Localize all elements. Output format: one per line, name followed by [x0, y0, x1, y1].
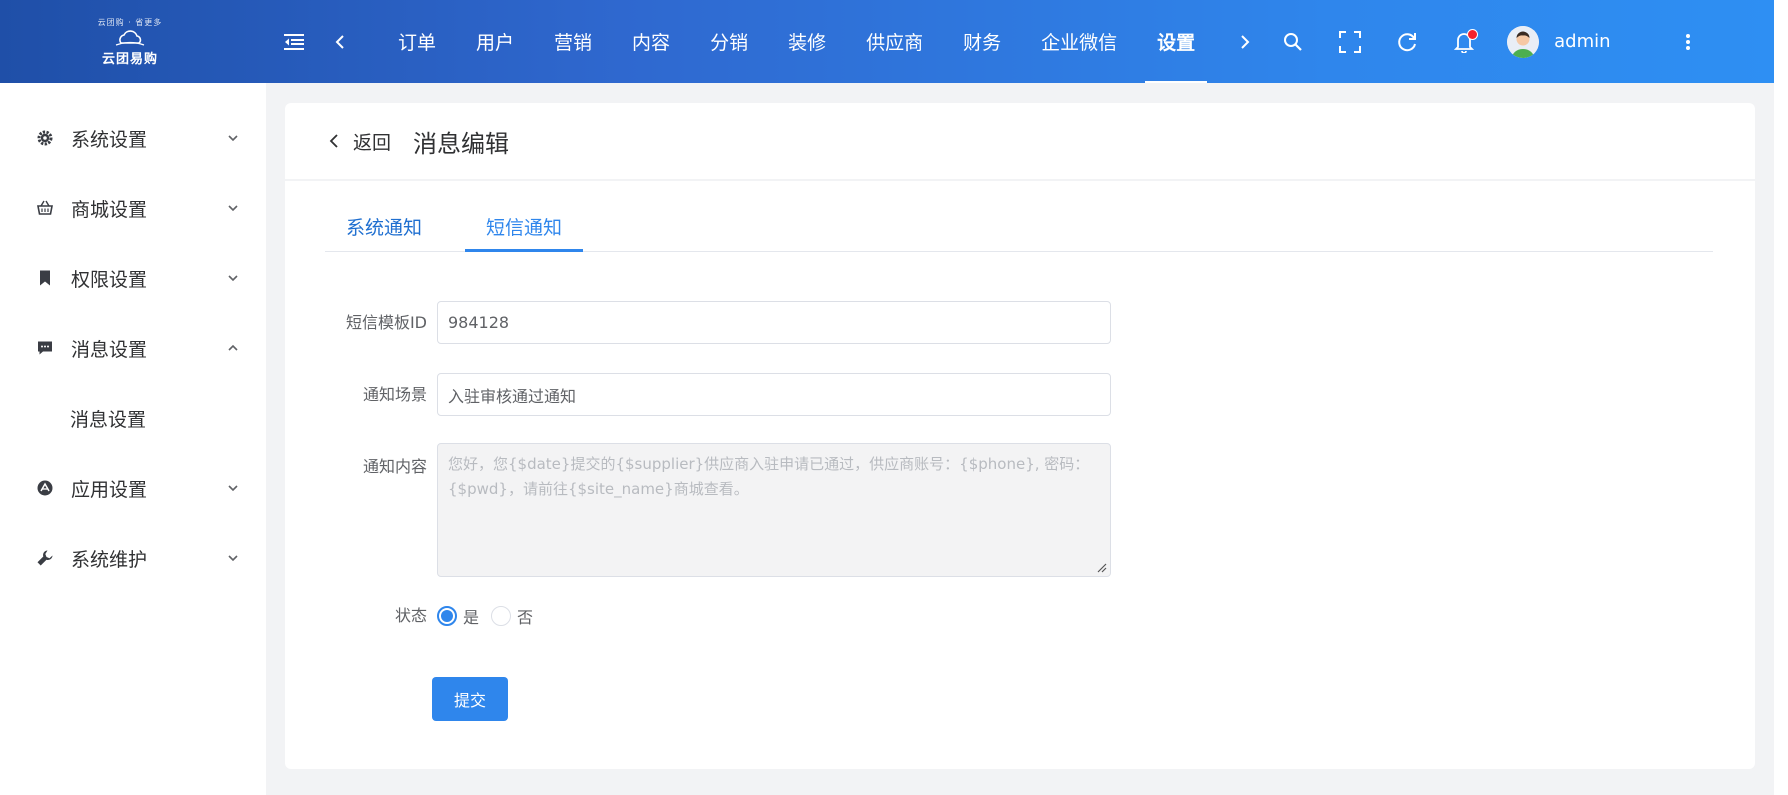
content-textarea[interactable]: 您好，您{$date}提交的{$supplier}供应商入驻申请已通过，供应商账… — [437, 443, 1111, 577]
sidebar: 系统设置 商城设置 权限设置 消息设置 消息设置 应用设置 系统维护 — [0, 83, 266, 795]
basket-icon — [36, 199, 54, 217]
scene-label: 通知场景 — [362, 385, 427, 404]
username: admin — [1554, 31, 1611, 52]
top-nav: 订单 用户 营销 内容 分销 装修 供应商 财务 企业微信 设置 — [378, 0, 1215, 83]
radio-checked-icon — [437, 606, 457, 626]
template-id-input[interactable] — [437, 301, 1111, 344]
chevron-down-icon — [228, 275, 238, 282]
form-row-scene: 通知场景 — [325, 373, 1111, 416]
notifications-button[interactable] — [1444, 22, 1484, 62]
chevron-down-icon — [228, 205, 238, 212]
chevron-left-icon — [335, 34, 344, 49]
sidebar-item-label: 系统维护 — [71, 548, 148, 571]
sidebar-item-mall-settings[interactable]: 商城设置 — [0, 173, 266, 243]
message-icon — [36, 339, 54, 357]
form-row-template-id: 短信模板ID — [325, 301, 1111, 344]
chevron-right-icon — [1241, 34, 1250, 49]
sidebar-item-system-maintenance[interactable]: 系统维护 — [0, 523, 266, 593]
sidebar-item-app-settings[interactable]: 应用设置 — [0, 453, 266, 523]
top-header: 云团购 · 省更多 云团易购 订单 用户 营销 内容 分销 装修 供应商 财务 … — [0, 0, 1774, 83]
more-options-button[interactable] — [1668, 22, 1708, 62]
search-icon — [1284, 32, 1302, 51]
sidebar-item-label: 应用设置 — [71, 478, 148, 501]
radio-unchecked-icon — [491, 606, 512, 626]
wrench-icon — [36, 549, 54, 567]
chevron-left-icon — [329, 134, 338, 148]
sidebar-item-label: 商城设置 — [71, 198, 148, 221]
more-vertical-icon — [1685, 33, 1690, 50]
nav-item-orders[interactable]: 订单 — [378, 0, 456, 83]
tab-sms-notification[interactable]: 短信通知 — [465, 201, 584, 252]
page-title: 消息编辑 — [413, 129, 510, 158]
scene-input[interactable] — [437, 373, 1111, 416]
brand-logo[interactable]: 云团购 · 省更多 云团易购 — [0, 0, 260, 83]
app-icon — [36, 479, 54, 497]
header-tools: admin — [1273, 22, 1707, 62]
template-id-label: 短信模板ID — [345, 313, 427, 332]
form-row-status: 状态 是 否 — [325, 604, 537, 628]
back-button[interactable]: 返回 — [329, 128, 391, 155]
status-label: 状态 — [394, 606, 427, 625]
user-menu[interactable]: admin — [1507, 25, 1611, 58]
nav-item-settings[interactable]: 设置 — [1137, 0, 1215, 83]
resize-handle-icon[interactable] — [1095, 561, 1107, 573]
chevron-up-icon — [228, 344, 238, 351]
nav-item-distribution[interactable]: 分销 — [690, 0, 768, 83]
notification-badge — [1467, 28, 1479, 40]
chevron-down-icon — [228, 135, 238, 142]
content-text: 您好，您{$date}提交的{$supplier}供应商入驻申请已通过，供应商账… — [448, 455, 1090, 498]
sidebar-item-label: 系统设置 — [71, 128, 148, 151]
nav-item-finance[interactable]: 财务 — [943, 0, 1021, 83]
notification-tabs: 系统通知 短信通知 — [325, 201, 1713, 252]
indent-icon — [284, 33, 304, 50]
refresh-icon — [1398, 32, 1417, 51]
nav-scroll-left-button[interactable] — [320, 22, 360, 62]
avatar — [1507, 25, 1540, 58]
nav-item-wecom[interactable]: 企业微信 — [1021, 0, 1137, 83]
bookmark-icon — [36, 269, 54, 287]
tab-system-notification[interactable]: 系统通知 — [325, 201, 443, 251]
back-label: 返回 — [353, 131, 392, 154]
sidebar-subitem-message-settings[interactable]: 消息设置 — [0, 383, 266, 453]
status-option-no-label: 否 — [517, 608, 534, 627]
sidebar-item-system-settings[interactable]: 系统设置 — [0, 103, 266, 173]
collapse-menu-button[interactable] — [274, 22, 314, 62]
status-option-yes-label: 是 — [463, 608, 480, 627]
nav-item-supplier[interactable]: 供应商 — [846, 0, 943, 83]
search-button[interactable] — [1273, 22, 1313, 62]
nav-item-marketing[interactable]: 营销 — [534, 0, 612, 83]
content-label: 通知内容 — [362, 457, 427, 476]
refresh-button[interactable] — [1387, 22, 1427, 62]
status-radio-yes[interactable]: 是 — [437, 604, 479, 628]
status-radio-no[interactable]: 否 — [491, 604, 533, 628]
brand-tagline: 云团购 · 省更多 — [97, 17, 163, 27]
chevron-down-icon — [228, 555, 238, 562]
sidebar-item-message-settings[interactable]: 消息设置 — [0, 313, 266, 383]
submit-button[interactable]: 提交 — [432, 677, 508, 721]
gear-icon — [36, 129, 54, 147]
page-header: 返回 消息编辑 — [285, 103, 1755, 179]
sidebar-item-label: 权限设置 — [71, 268, 148, 291]
fullscreen-icon — [1339, 30, 1362, 53]
cloud-logo-icon — [115, 29, 145, 46]
nav-item-content[interactable]: 内容 — [612, 0, 690, 83]
nav-scroll-right-button[interactable] — [1225, 22, 1265, 62]
page-scrollbar[interactable] — [1774, 0, 1788, 795]
chevron-down-icon — [228, 485, 238, 492]
brand-name: 云团易购 — [101, 51, 158, 67]
status-radio-group: 是 否 — [437, 604, 537, 628]
user-avatar-icon — [1507, 25, 1540, 58]
fullscreen-button[interactable] — [1330, 22, 1370, 62]
sidebar-item-label: 消息设置 — [71, 338, 148, 361]
nav-item-users[interactable]: 用户 — [456, 0, 534, 83]
form-row-content: 通知内容 您好，您{$date}提交的{$supplier}供应商入驻申请已通过… — [325, 443, 1111, 577]
sidebar-item-permission-settings[interactable]: 权限设置 — [0, 243, 266, 313]
nav-item-decoration[interactable]: 装修 — [768, 0, 846, 83]
